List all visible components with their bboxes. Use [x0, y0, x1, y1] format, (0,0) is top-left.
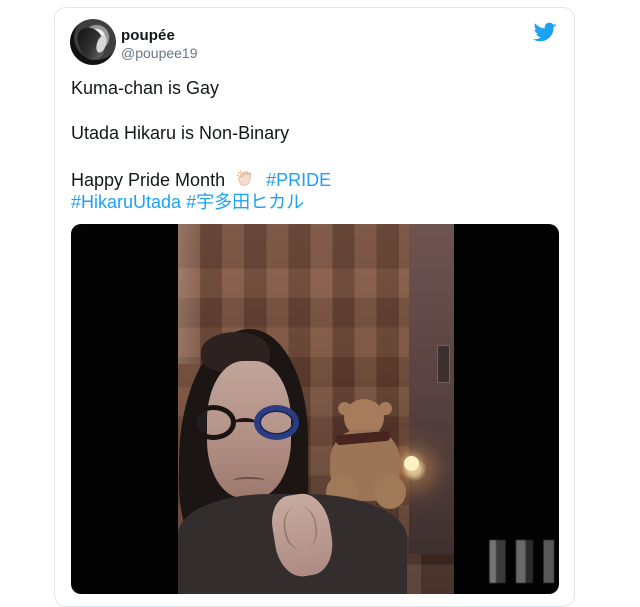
- hashtag-utada-hikaru-japanese[interactable]: #宇多田ヒカル: [186, 192, 304, 212]
- tweet-card: poupée @poupee19 Kuma-chan is Gay Utada …: [54, 7, 575, 607]
- person-mouth: [233, 477, 265, 484]
- wall-picture-frame: [437, 345, 450, 383]
- author-display-name[interactable]: poupée: [121, 27, 175, 44]
- pride-month-text: Happy Pride Month: [71, 170, 226, 190]
- tweet-text-line-2: Utada Hikaru is Non-Binary: [71, 123, 290, 143]
- hashtag-hikaruutada[interactable]: #HikaruUtada: [71, 192, 181, 212]
- profile-avatar[interactable]: [70, 19, 116, 65]
- tweet-video-media[interactable]: [71, 224, 559, 594]
- author-handle[interactable]: @poupee19: [121, 45, 198, 61]
- left-lens: [191, 405, 236, 440]
- glasses-icon: [191, 405, 304, 443]
- clapping-hands-icon: [235, 168, 257, 190]
- video-frame[interactable]: [178, 224, 454, 594]
- tweet-text-line-1: Kuma-chan is Gay: [71, 78, 220, 98]
- twitter-bird-icon: [533, 22, 557, 42]
- tweet-text-line-4: #HikaruUtada #宇多田ヒカル: [71, 191, 304, 213]
- hashtag-pride[interactable]: #PRIDE: [266, 170, 331, 190]
- blurred-watermark-area: [480, 540, 575, 583]
- glasses-bridge: [234, 418, 256, 427]
- tweet-text-line-3: Happy Pride Month #PRIDE: [71, 168, 331, 191]
- right-lens: [254, 405, 299, 440]
- video-person: [178, 308, 407, 594]
